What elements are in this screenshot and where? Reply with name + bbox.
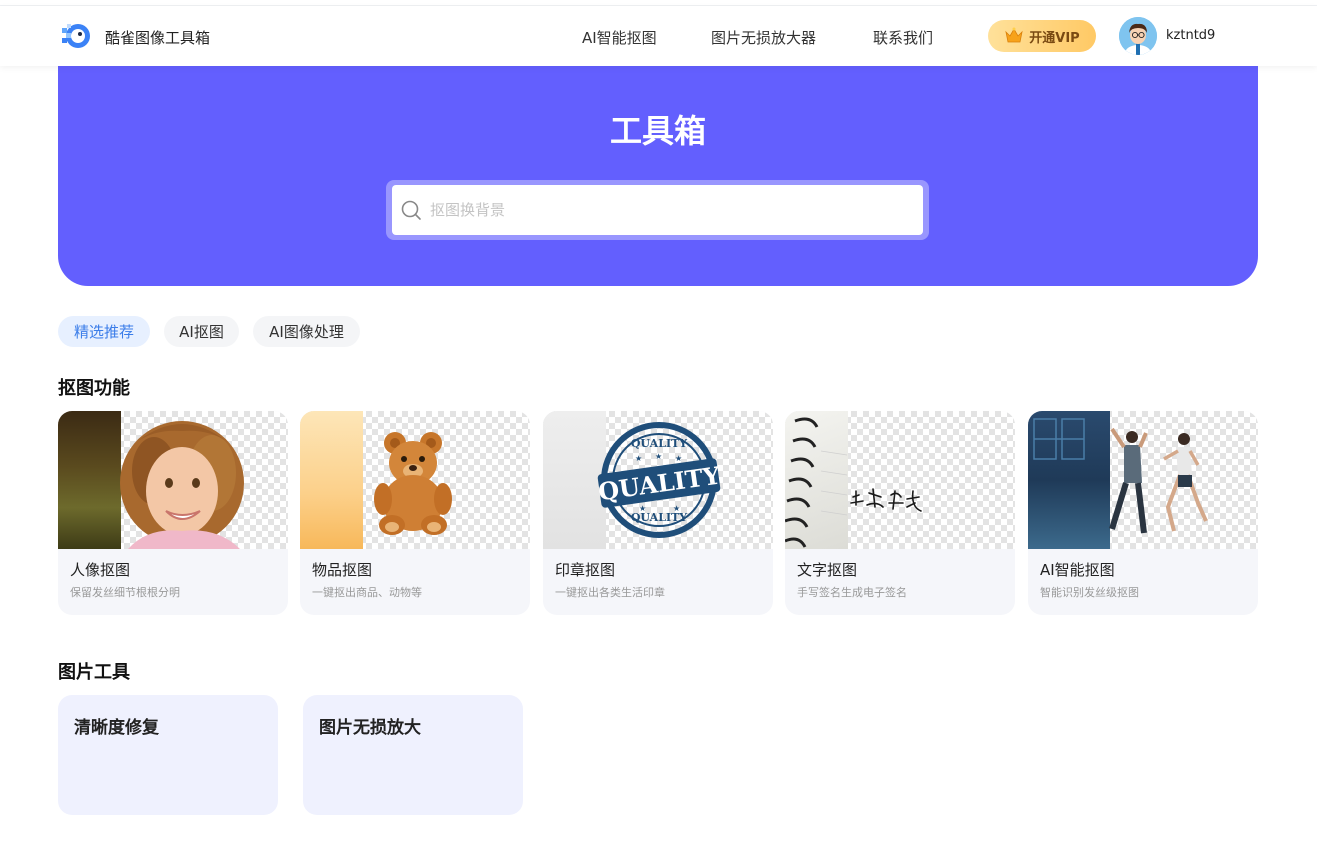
card-stamp-matting[interactable]: QUALITY QUALITY QUALITY ★ ★ ★ ★ ★ 印章抠图 一… bbox=[543, 411, 773, 615]
card-description: 智能识别发丝级抠图 bbox=[1040, 586, 1139, 599]
brand-name[interactable]: 酷雀图像工具箱 bbox=[105, 27, 210, 48]
vip-button[interactable]: 开通VIP bbox=[988, 20, 1096, 52]
vip-button-label: 开通VIP bbox=[1029, 30, 1080, 46]
tool-card-title: 清晰度修复 bbox=[74, 718, 159, 738]
card-title: 印章抠图 bbox=[555, 561, 616, 579]
card-thumbnail bbox=[58, 411, 288, 549]
search-box[interactable] bbox=[392, 185, 923, 235]
card-description: 一键抠出各类生活印章 bbox=[555, 586, 665, 599]
signature-image bbox=[785, 417, 922, 548]
athletes-image bbox=[1033, 418, 1208, 534]
teddy-bear-image bbox=[374, 432, 452, 535]
logo-icon[interactable] bbox=[60, 20, 92, 52]
svg-text:★: ★ bbox=[639, 504, 646, 513]
card-thumbnail: QUALITY QUALITY QUALITY ★ ★ ★ ★ ★ bbox=[543, 411, 773, 549]
avatar-image bbox=[1119, 17, 1157, 55]
avatar[interactable] bbox=[1119, 17, 1157, 55]
card-thumbnail bbox=[785, 411, 1015, 549]
card-title: AI智能抠图 bbox=[1040, 561, 1115, 579]
card-text-matting[interactable]: 文字抠图 手写签名生成电子签名 bbox=[785, 411, 1015, 615]
tab-featured[interactable]: 精选推荐 bbox=[58, 316, 150, 347]
nav-image-upscaler[interactable]: 图片无损放大器 bbox=[711, 27, 816, 48]
svg-text:★: ★ bbox=[635, 454, 642, 463]
svg-text:★: ★ bbox=[655, 452, 662, 461]
nav-contact-us[interactable]: 联系我们 bbox=[873, 27, 933, 48]
search-bar bbox=[386, 180, 929, 240]
section-title-matting: 抠图功能 bbox=[58, 378, 130, 399]
card-description: 一键抠出商品、动物等 bbox=[312, 586, 422, 599]
stamp-image: QUALITY QUALITY QUALITY ★ ★ ★ ★ ★ bbox=[596, 422, 723, 538]
nav-ai-matting[interactable]: AI智能抠图 bbox=[582, 27, 657, 48]
card-description: 保留发丝细节根根分明 bbox=[70, 586, 180, 599]
card-thumbnail bbox=[1028, 411, 1258, 549]
card-ai-smart-matting[interactable]: AI智能抠图 智能识别发丝级抠图 bbox=[1028, 411, 1258, 615]
portrait-image bbox=[120, 421, 244, 549]
card-portrait-matting[interactable]: 人像抠图 保留发丝细节根根分明 bbox=[58, 411, 288, 615]
svg-text:★: ★ bbox=[675, 454, 682, 463]
tool-card-lossless-upscale[interactable]: 图片无损放大 bbox=[303, 695, 523, 815]
tool-card-title: 图片无损放大 bbox=[319, 718, 421, 738]
hero-title: 工具箱 bbox=[609, 112, 706, 150]
tab-ai-image-processing[interactable]: AI图像处理 bbox=[253, 316, 360, 347]
svg-text:★: ★ bbox=[673, 504, 680, 513]
search-icon bbox=[401, 200, 421, 220]
card-title: 物品抠图 bbox=[312, 561, 373, 579]
card-title: 人像抠图 bbox=[70, 561, 131, 579]
section-title-tools: 图片工具 bbox=[58, 662, 130, 683]
hero-banner: 工具箱 bbox=[58, 66, 1258, 286]
crown-icon bbox=[1005, 27, 1023, 43]
card-title: 文字抠图 bbox=[797, 561, 858, 579]
card-thumbnail bbox=[300, 411, 530, 549]
card-description: 手写签名生成电子签名 bbox=[797, 586, 907, 599]
tab-ai-matting[interactable]: AI抠图 bbox=[164, 316, 239, 347]
header: 酷雀图像工具箱 AI智能抠图 图片无损放大器 联系我们 开通VIP kztntd… bbox=[0, 6, 1317, 66]
tool-card-clarity-repair[interactable]: 清晰度修复 bbox=[58, 695, 278, 815]
search-input[interactable] bbox=[430, 185, 910, 235]
card-object-matting[interactable]: 物品抠图 一键抠出商品、动物等 bbox=[300, 411, 530, 615]
stamp-top-text: QUALITY bbox=[631, 437, 687, 450]
username[interactable]: kztntd9 bbox=[1166, 28, 1215, 43]
